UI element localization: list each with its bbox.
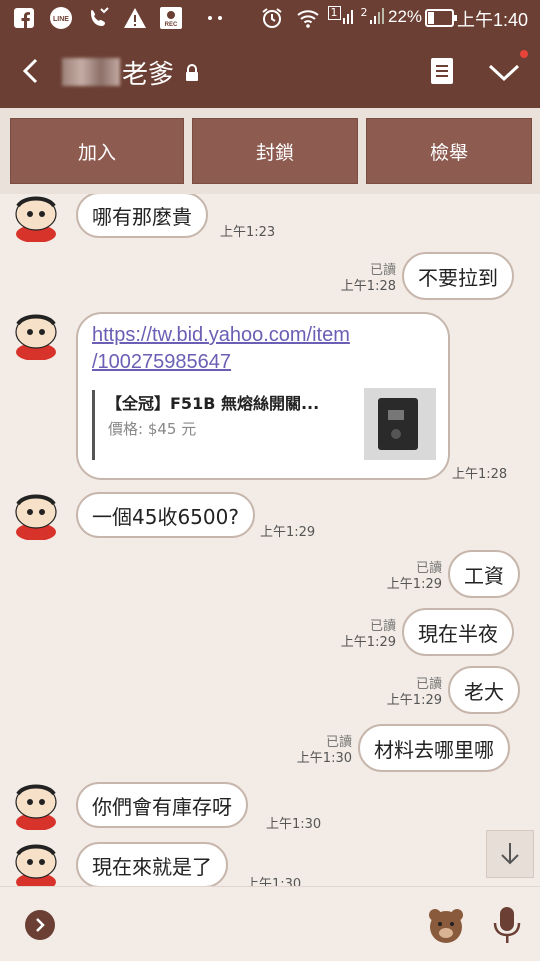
link-message-bubble[interactable]: https://tw.bid.yahoo.com/item /100275985…: [76, 312, 450, 480]
message-bubble[interactable]: 現在來就是了: [76, 842, 228, 886]
message-time: 上午1:29: [386, 693, 442, 708]
message-time: 上午1:30: [296, 751, 352, 766]
message-time: 上午1:30: [246, 877, 302, 886]
status-time: 上午1:40: [456, 10, 528, 30]
preview-price: 價格: $45 元: [108, 420, 197, 438]
battery-icon: [424, 6, 458, 30]
signal-icon: 1: [326, 6, 354, 30]
chat-area: 哪有那麼貴 上午1:23 已讀 上午1:28 不要拉到 https://tw.b…: [0, 194, 540, 886]
microphone-icon[interactable]: [490, 903, 524, 947]
notes-icon[interactable]: [428, 56, 456, 86]
message-bubble[interactable]: 你們會有庫存呀: [76, 782, 248, 828]
report-button[interactable]: 檢舉: [366, 118, 532, 184]
message-bubble[interactable]: 不要拉到: [402, 252, 514, 300]
line-icon: LINE: [48, 6, 74, 30]
block-button[interactable]: 封鎖: [192, 118, 358, 184]
message-bubble[interactable]: 一個45收6500?: [76, 492, 255, 538]
battery-percent: 22%: [388, 7, 423, 26]
avatar[interactable]: [8, 780, 64, 831]
message-bubble[interactable]: 材料去哪里哪: [358, 724, 510, 772]
message-bubble[interactable]: 哪有那麼貴: [76, 194, 208, 238]
signal-icon-2: 2: [358, 6, 386, 30]
blurred-name: [62, 58, 120, 86]
message-time: 上午1:28: [340, 279, 396, 294]
read-receipt: 已讀: [369, 263, 396, 278]
facebook-icon: [12, 6, 36, 30]
link-line-2[interactable]: /100275985647: [92, 351, 231, 373]
arrow-down-icon: [501, 843, 519, 865]
avatar[interactable]: [8, 840, 64, 886]
avatar[interactable]: [8, 310, 64, 361]
more-dots-icon: [206, 6, 226, 30]
read-receipt: 已讀: [415, 677, 442, 692]
join-button[interactable]: 加入: [10, 118, 184, 184]
avatar[interactable]: [8, 194, 64, 243]
message-time: 上午1:23: [220, 225, 276, 240]
avatar[interactable]: [8, 490, 64, 541]
rec-icon: REC: [158, 6, 184, 30]
link-line-1[interactable]: https://tw.bid.yahoo.com/item: [92, 324, 350, 346]
notification-dot: [520, 50, 528, 58]
message-time: 上午1:29: [260, 525, 316, 540]
message-time: 上午1:29: [386, 577, 442, 592]
message-time: 上午1:30: [266, 817, 322, 832]
missed-call-icon: [86, 6, 112, 30]
svg-text:LINE: LINE: [53, 16, 69, 23]
read-receipt: 已讀: [415, 561, 442, 576]
warning-icon: [122, 6, 148, 30]
sim2-label: 2: [360, 6, 368, 19]
action-bar: 加入 封鎖 檢舉: [0, 108, 540, 194]
input-bar: [0, 886, 540, 961]
status-bar: LINE REC 1 2 22% 上午1:40: [0, 0, 540, 36]
preview-title[interactable]: 【全冠】F51B 無熔絲開關...: [106, 390, 319, 414]
alarm-icon: [260, 6, 284, 30]
back-arrow-icon[interactable]: [14, 54, 48, 88]
message-bubble[interactable]: 老大: [448, 666, 520, 714]
sticker-icon[interactable]: [426, 905, 466, 945]
message-link[interactable]: https://tw.bid.yahoo.com/item /100275985…: [92, 322, 432, 376]
message-time: 上午1:28: [452, 467, 508, 482]
message-bubble[interactable]: 工資: [448, 550, 520, 598]
scroll-down-button[interactable]: [486, 830, 534, 878]
chevron-down-icon[interactable]: [486, 60, 522, 84]
expand-menu-icon[interactable]: [24, 909, 56, 941]
chat-title: 老爹: [122, 60, 175, 90]
svg-text:REC: REC: [165, 22, 178, 28]
sim1-label: 1: [327, 6, 341, 20]
read-receipt: 已讀: [369, 619, 396, 634]
chat-header: 老爹: [0, 36, 540, 108]
preview-thumbnail[interactable]: [364, 388, 436, 460]
read-receipt: 已讀: [325, 735, 352, 750]
wifi-icon: [296, 6, 320, 30]
lock-icon: [184, 64, 200, 82]
message-time: 上午1:29: [340, 635, 396, 650]
preview-divider: [92, 390, 95, 460]
message-bubble[interactable]: 現在半夜: [402, 608, 514, 656]
